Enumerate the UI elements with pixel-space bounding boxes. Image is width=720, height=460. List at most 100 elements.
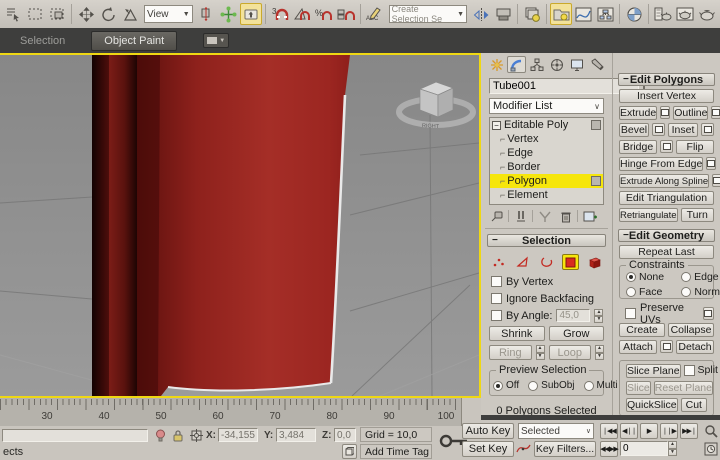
- set-key-button[interactable]: Set Key: [462, 441, 514, 457]
- track-bar[interactable]: 30 40 50 60 70 80 90 100: [0, 398, 462, 426]
- time-configuration-icon[interactable]: [702, 441, 719, 457]
- mirror-icon[interactable]: [470, 3, 492, 25]
- stack-row-element[interactable]: ⌐Element: [490, 188, 603, 202]
- tab-object-paint[interactable]: Object Paint: [91, 31, 177, 51]
- show-end-result-icon[interactable]: [511, 209, 530, 224]
- preview-multi-radio[interactable]: [584, 381, 594, 391]
- stack-item-toggle[interactable]: [591, 120, 601, 130]
- stack-item-toggle[interactable]: [591, 176, 601, 186]
- stack-row-vertex[interactable]: ⌐Vertex: [490, 132, 603, 146]
- key-selection-filter-dropdown[interactable]: Selected∨: [518, 423, 594, 439]
- outline-button[interactable]: Outline: [673, 106, 708, 120]
- polygon-subobject-icon[interactable]: [562, 254, 579, 270]
- vertex-subobject-icon[interactable]: [490, 254, 507, 270]
- default-in-out-tangent-icon[interactable]: [516, 441, 532, 457]
- edit-triangulation-button[interactable]: Edit Triangulation: [619, 191, 714, 205]
- constraint-none-radio[interactable]: [626, 272, 636, 282]
- collapse-toggle-icon[interactable]: −: [492, 121, 501, 130]
- window-crossing-icon[interactable]: [46, 3, 68, 25]
- tab-display-icon[interactable]: [567, 56, 586, 73]
- bridge-button[interactable]: Bridge: [619, 140, 657, 154]
- select-and-scale-icon[interactable]: [119, 3, 141, 25]
- slice-button[interactable]: Slice: [626, 381, 651, 395]
- previous-frame-button[interactable]: ◀❘❘: [620, 423, 638, 439]
- repeat-last-button[interactable]: Repeat Last: [619, 245, 714, 259]
- preview-subobj-radio[interactable]: [528, 381, 538, 391]
- key-mode-toggle-button[interactable]: ◀◀▶▶: [600, 441, 618, 457]
- reset-plane-button[interactable]: Reset Plane: [654, 381, 713, 395]
- loop-spinner[interactable]: ▲▼: [595, 345, 604, 360]
- rollout-edit-geometry[interactable]: − Edit Geometry: [618, 229, 715, 242]
- key-filters-button[interactable]: Key Filters...: [534, 441, 596, 457]
- hinge-from-edge-button[interactable]: Hinge From Edge: [619, 157, 703, 171]
- render-production-icon[interactable]: [696, 3, 718, 25]
- rendered-frame-icon[interactable]: [674, 3, 696, 25]
- ring-button[interactable]: Ring: [489, 345, 532, 360]
- quickslice-button[interactable]: QuickSlice: [626, 398, 678, 412]
- render-setup-icon[interactable]: [652, 3, 674, 25]
- angle-spinner[interactable]: ▲▼: [594, 309, 603, 322]
- select-by-name-icon[interactable]: [2, 3, 24, 25]
- material-editor-icon[interactable]: [623, 3, 645, 25]
- bridge-settings-icon[interactable]: [660, 140, 673, 153]
- percent-snap-icon[interactable]: %: [313, 3, 335, 25]
- remove-modifier-icon[interactable]: [556, 209, 575, 224]
- spinner-snap-icon[interactable]: [335, 3, 357, 25]
- edge-subobject-icon[interactable]: [514, 254, 531, 270]
- select-and-manipulate-icon[interactable]: [218, 3, 240, 25]
- turn-button[interactable]: Turn: [681, 208, 714, 222]
- flip-button[interactable]: Flip: [676, 140, 714, 154]
- attach-button[interactable]: Attach: [619, 340, 657, 354]
- outline-settings-icon[interactable]: [711, 106, 720, 119]
- preserve-uvs-checkbox[interactable]: [625, 308, 636, 319]
- grow-button[interactable]: Grow: [549, 326, 605, 341]
- stack-row-edge[interactable]: ⌐Edge: [490, 146, 603, 160]
- add-time-tag[interactable]: Add Time Tag: [360, 444, 432, 459]
- ribbon-toggle-icon[interactable]: [550, 3, 572, 25]
- go-to-end-button[interactable]: ▶▶❘: [680, 423, 698, 439]
- perspective-viewport[interactable]: RIGHT: [0, 53, 481, 398]
- time-tag-icon[interactable]: [342, 444, 357, 459]
- constraint-face-radio[interactable]: [626, 287, 636, 297]
- ring-spinner[interactable]: ▲▼: [536, 345, 545, 360]
- by-angle-checkbox[interactable]: [491, 310, 502, 321]
- tab-utilities-icon[interactable]: [587, 56, 606, 73]
- auto-key-button[interactable]: Auto Key: [462, 423, 514, 439]
- stack-row-polygon[interactable]: ⌐Polygon: [490, 174, 603, 188]
- extrude-settings-icon[interactable]: [660, 106, 670, 119]
- angle-value-field[interactable]: [556, 309, 590, 322]
- preview-off-radio[interactable]: [493, 381, 503, 391]
- layers-icon[interactable]: [521, 3, 543, 25]
- edit-named-sets-icon[interactable]: ABC: [364, 3, 386, 25]
- tab-motion-icon[interactable]: [547, 56, 566, 73]
- play-button[interactable]: ▶: [640, 423, 658, 439]
- named-selection-set-dropdown[interactable]: Create Selection Se▼: [389, 5, 467, 23]
- current-frame-field[interactable]: [620, 441, 668, 456]
- create-button[interactable]: Create: [619, 323, 665, 337]
- modifier-list-dropdown[interactable]: Modifier List ∨: [489, 98, 604, 114]
- x-coordinate-field[interactable]: [218, 428, 258, 442]
- rollout-selection[interactable]: − Selection: [487, 234, 606, 247]
- frame-spinner[interactable]: ▲▼: [668, 441, 677, 456]
- absolute-mode-toggle-icon[interactable]: [188, 428, 204, 443]
- ignore-backfacing-checkbox[interactable]: [491, 293, 502, 304]
- collapse-button[interactable]: Collapse: [668, 323, 714, 337]
- rollout-edit-polygons[interactable]: − Edit Polygons: [618, 73, 715, 86]
- insert-vertex-button[interactable]: Insert Vertex: [619, 89, 714, 103]
- ribbon-display-toggle[interactable]: ▼: [203, 33, 229, 48]
- constraint-normal-radio[interactable]: [681, 287, 691, 297]
- bevel-settings-icon[interactable]: [652, 123, 665, 136]
- angle-snap-icon[interactable]: [291, 3, 313, 25]
- preserve-uvs-settings-icon[interactable]: [703, 307, 714, 320]
- constraint-edge-radio[interactable]: [681, 272, 691, 282]
- extrude-spline-settings-icon[interactable]: [712, 174, 720, 187]
- tab-hierarchy-icon[interactable]: [527, 56, 546, 73]
- next-frame-button[interactable]: ❘❘▶: [660, 423, 678, 439]
- retriangulate-button[interactable]: Retriangulate: [619, 208, 678, 222]
- element-subobject-icon[interactable]: [586, 254, 603, 270]
- z-coordinate-field[interactable]: [334, 428, 356, 442]
- extrude-along-spline-button[interactable]: Extrude Along Spline: [619, 174, 709, 188]
- select-and-move-icon[interactable]: [75, 3, 97, 25]
- cut-button[interactable]: Cut: [681, 398, 707, 412]
- shrink-button[interactable]: Shrink: [489, 326, 545, 341]
